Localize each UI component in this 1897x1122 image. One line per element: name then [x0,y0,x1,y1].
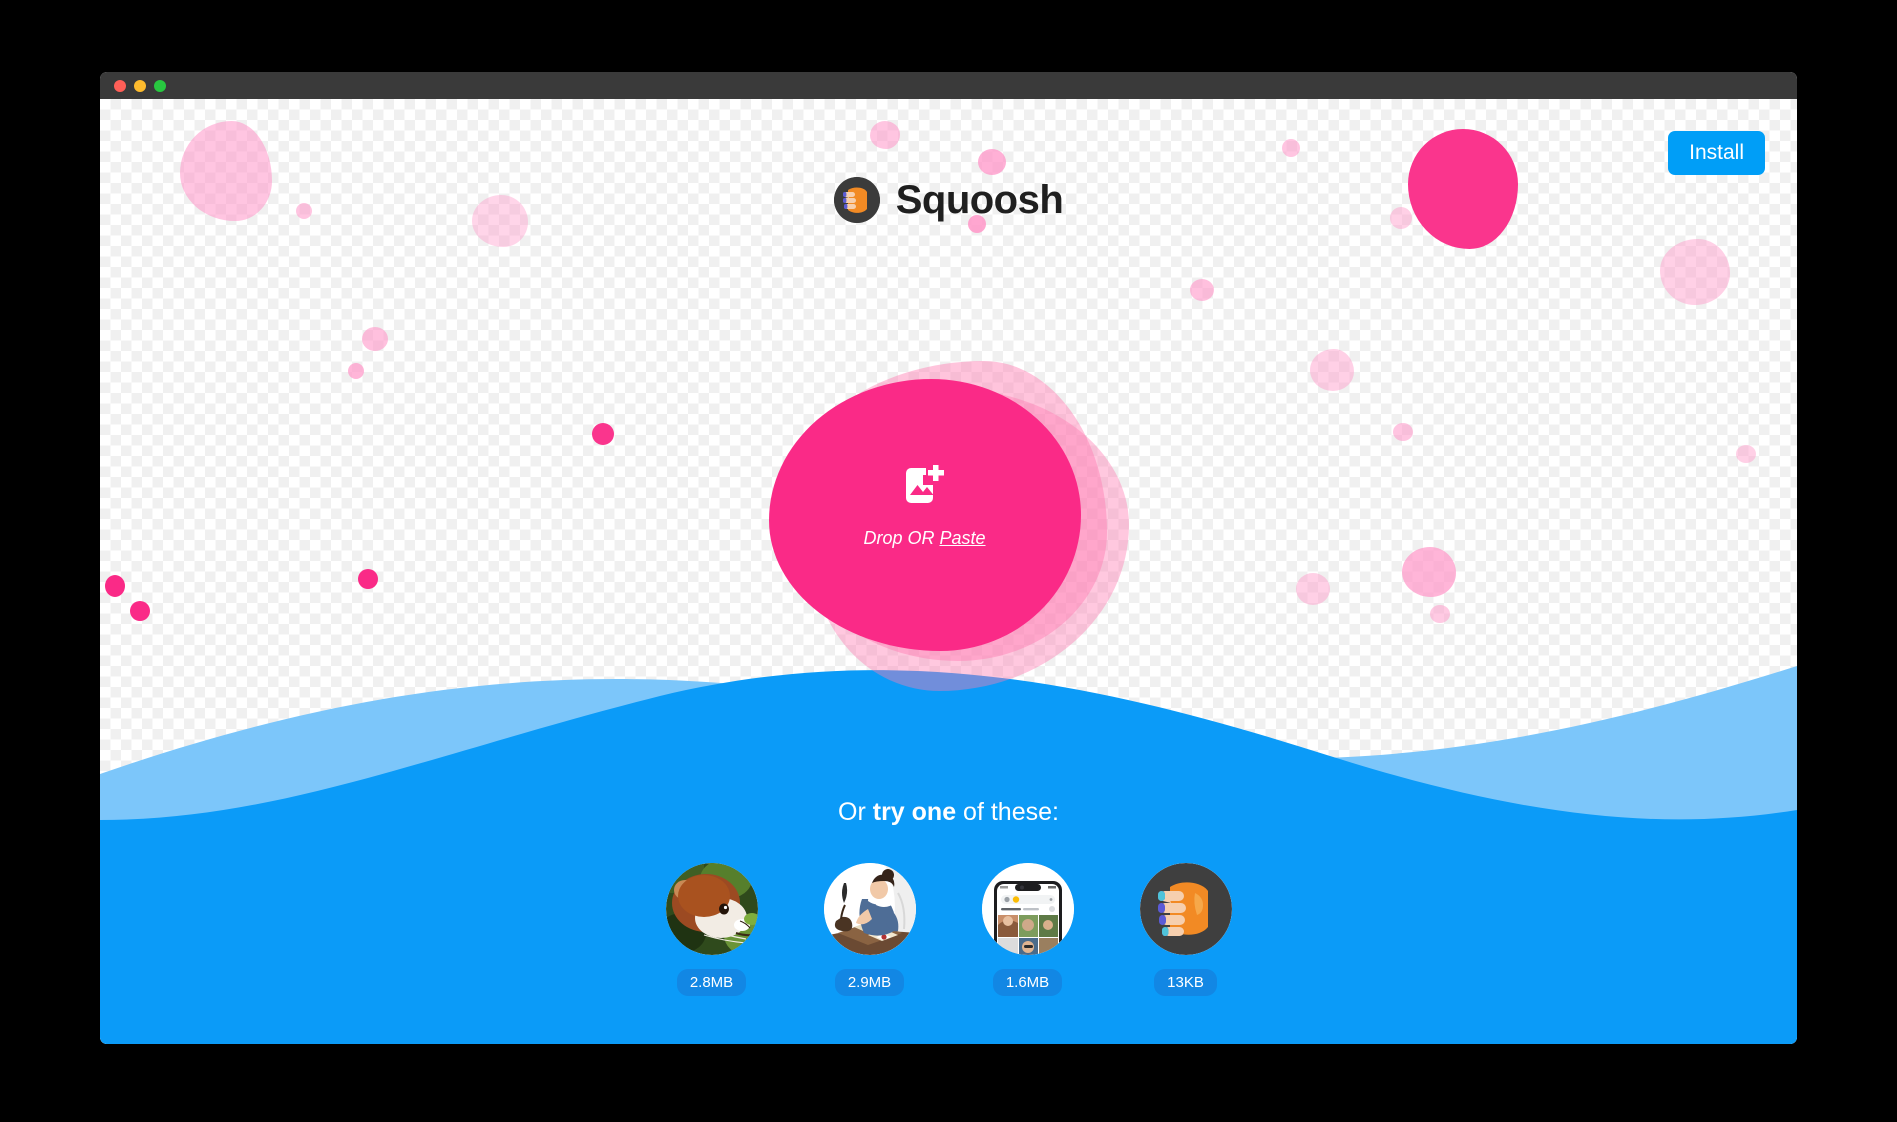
add-image-icon [903,463,947,512]
samples-heading: Or try one of these: [838,798,1059,827]
sample-phone-photo-grid[interactable]: 1.6MB [981,863,1074,996]
red-panda-photo-icon [665,863,758,955]
app-logo: Squoosh [100,177,1797,223]
decorative-blob [1190,279,1214,301]
window-titlebar [100,72,1797,99]
minimize-button[interactable] [134,79,146,92]
samples-heading-prefix: Or [838,798,873,826]
file-size-badge: 2.9MB [834,969,905,996]
close-button[interactable] [114,79,126,92]
sample-red-panda[interactable]: 2.8MB [665,863,758,996]
squoosh-app: Install Squoosh Drop OR Paste Or try one… [100,99,1797,1044]
install-button[interactable]: Install [1668,131,1765,175]
samples-heading-bold: try one [872,798,957,826]
decorative-blob [130,601,150,621]
decorative-blob [1310,349,1354,391]
decorative-blob [1282,139,1300,157]
file-size-badge: 13KB [1154,969,1217,996]
decorative-blob [1393,423,1413,441]
decorative-blob [1660,239,1730,305]
paste-link[interactable]: Paste [940,528,986,548]
app-title: Squoosh [895,177,1064,222]
zoom-button[interactable] [154,79,166,92]
decorative-blob [362,327,388,351]
squoosh-orange-squeeze-icon [1139,863,1232,955]
decorative-blob [1402,547,1456,597]
decorative-blob [1736,445,1756,463]
image-dropzone[interactable]: Drop OR Paste [768,361,1129,691]
decorative-blob [978,149,1006,175]
decorative-blob [592,423,614,445]
samples-heading-suffix: of these: [956,798,1059,826]
drop-text: Drop OR [863,528,940,548]
decorative-blob [348,363,364,379]
sample-images-section: Or try one of these: 2.8MB 2.9MB 1.6MB 1… [100,798,1797,996]
file-size-badge: 2.8MB [676,969,747,996]
decorative-blob [358,569,378,589]
woman-writing-illustration-icon [823,863,916,955]
squoosh-orange-squeeze-icon [833,177,880,223]
sample-woman-writing[interactable]: 2.9MB [823,863,916,996]
decorative-blob [870,121,900,149]
sample-thumbnail-row: 2.8MB 2.9MB 1.6MB 13KB [665,863,1232,996]
browser-window: Install Squoosh Drop OR Paste Or try one… [100,72,1797,1044]
file-size-badge: 1.6MB [992,969,1063,996]
dropzone-label: Drop OR Paste [863,528,985,549]
decorative-blob [1296,573,1330,605]
dropzone-content: Drop OR Paste [769,361,1081,651]
sample-squoosh-logo[interactable]: 13KB [1139,863,1232,996]
decorative-blob [105,575,125,597]
phone-screenshot-icon [981,863,1074,955]
decorative-blob [1430,605,1450,623]
